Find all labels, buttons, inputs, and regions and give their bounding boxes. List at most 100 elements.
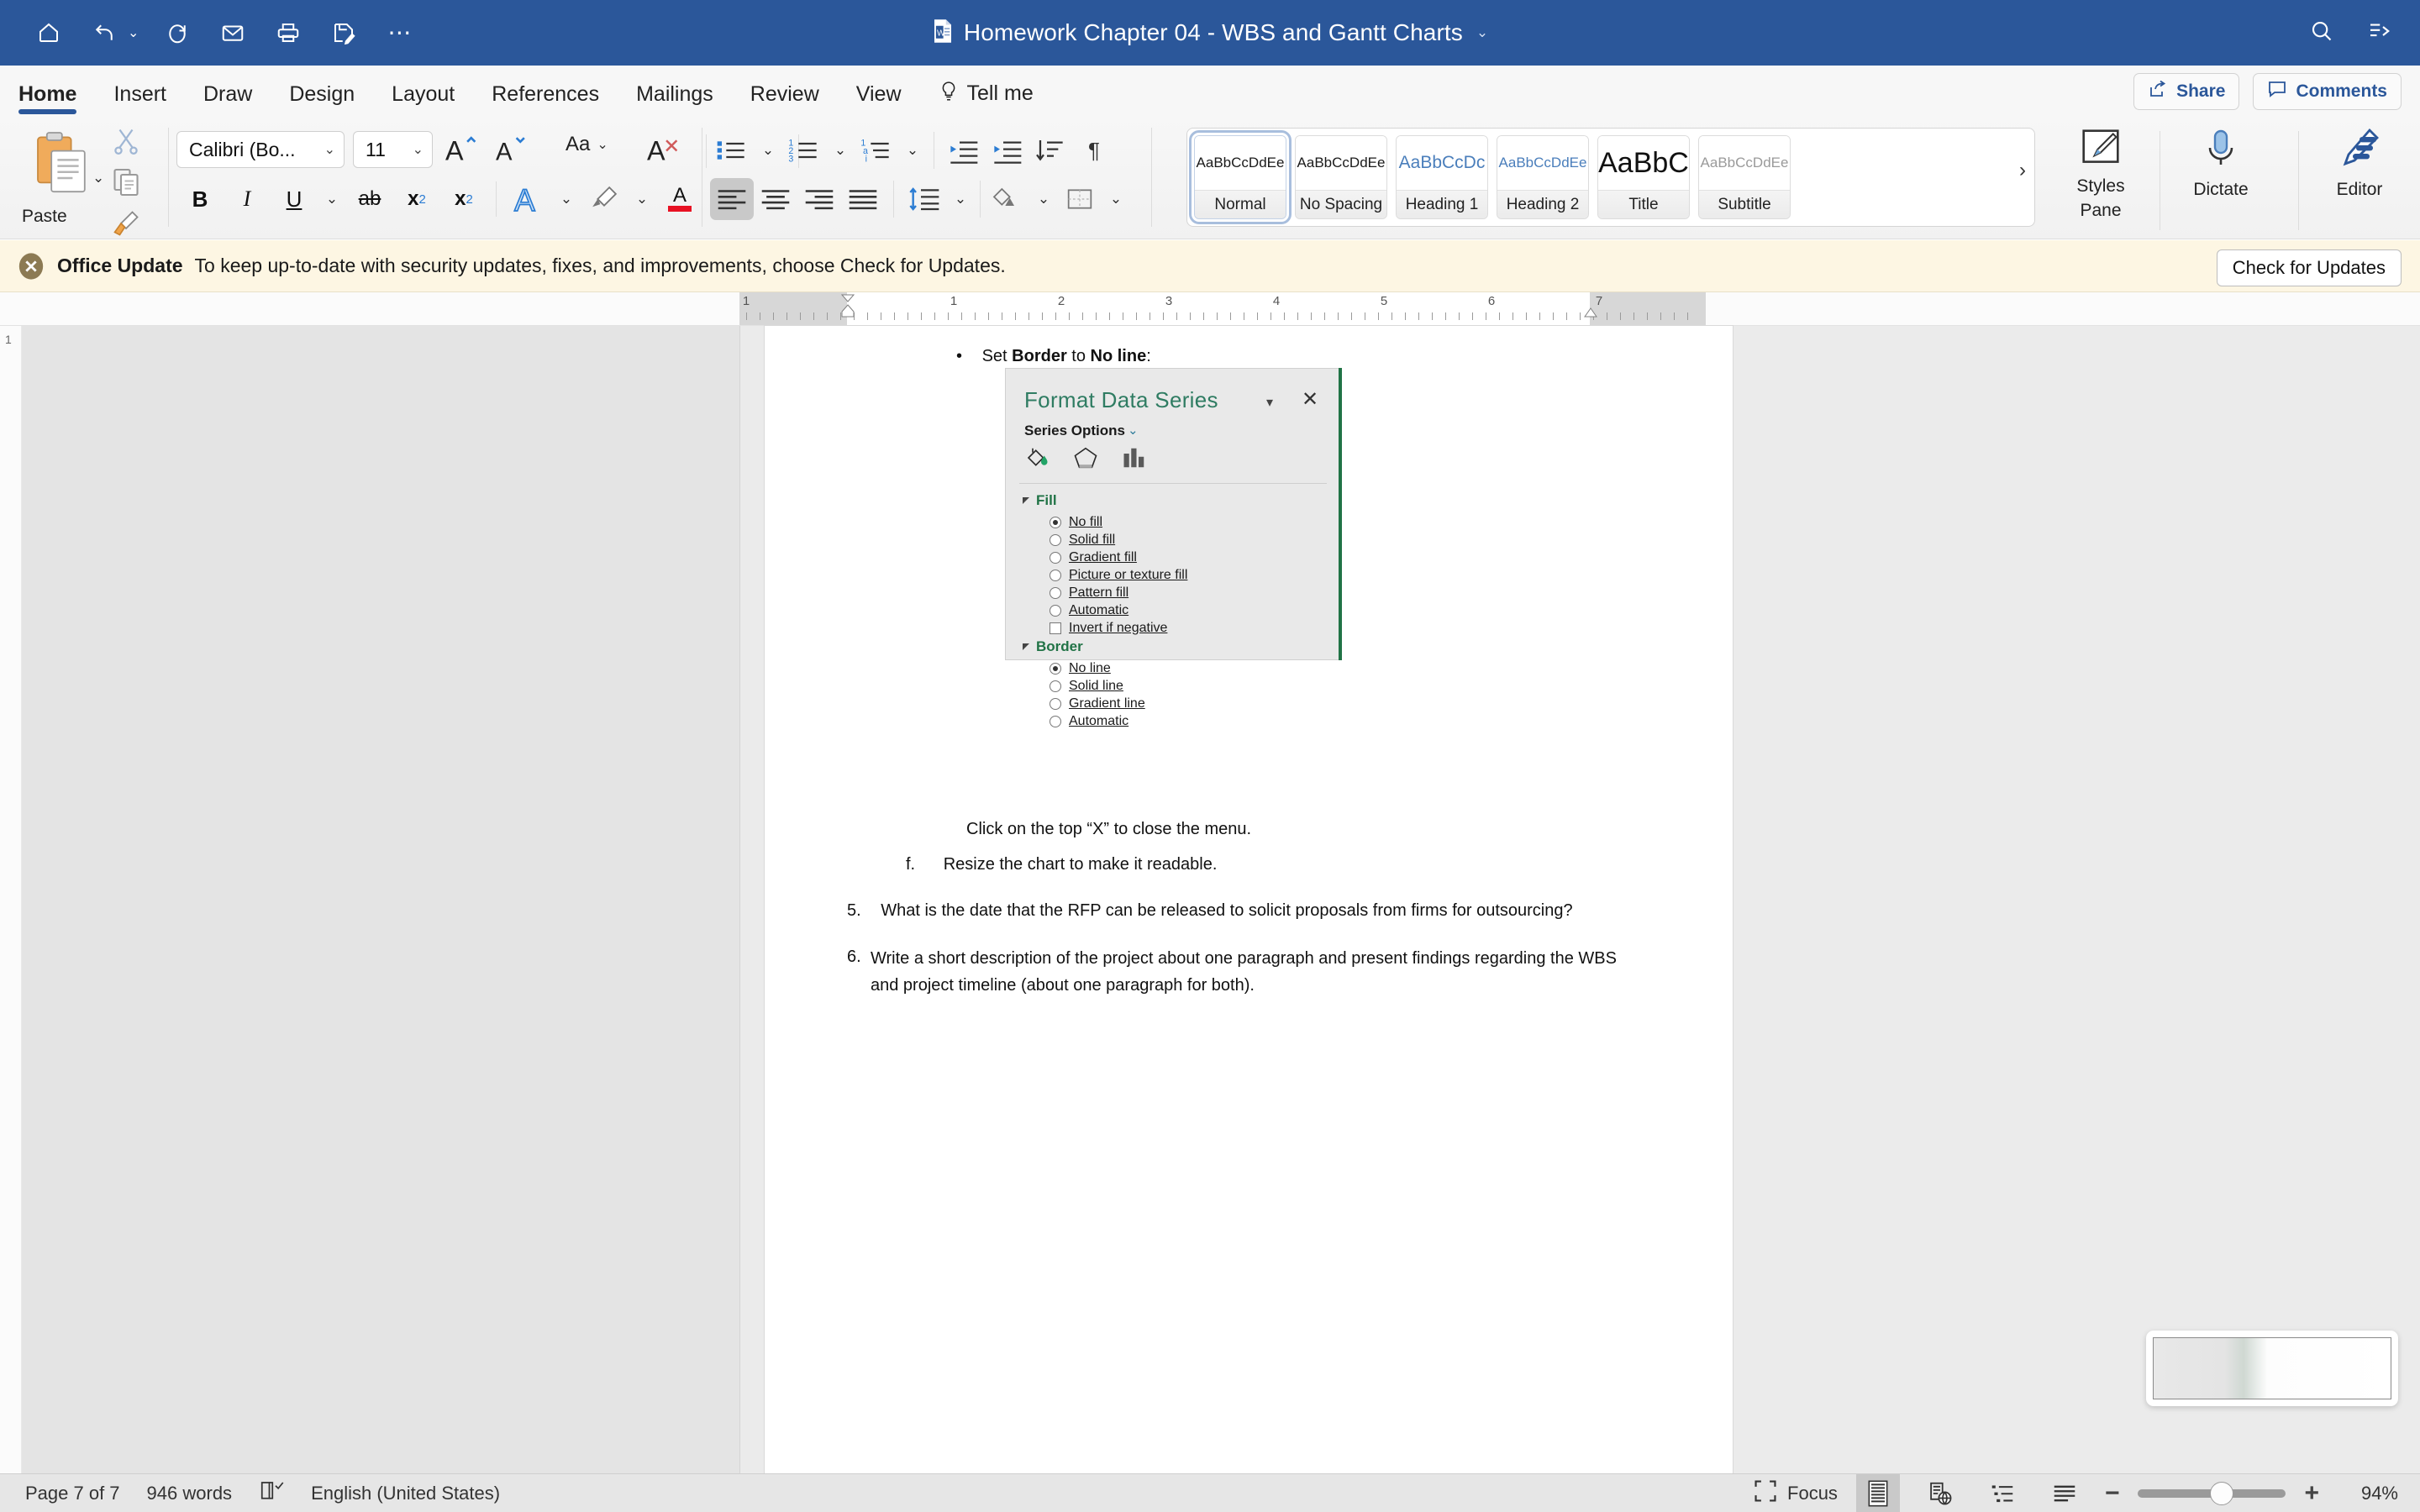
- dictate-button[interactable]: Dictate: [2170, 123, 2271, 200]
- print-layout-view-button[interactable]: [1855, 1473, 1900, 1512]
- shading-button[interactable]: [986, 178, 1029, 220]
- tab-view[interactable]: View: [856, 82, 902, 118]
- undo-dropdown-caret[interactable]: ⌄: [128, 24, 139, 41]
- decrease-indent-button[interactable]: [941, 129, 985, 171]
- horizontal-ruler[interactable]: 1 1 2 3 4 5 6 7: [0, 292, 2420, 326]
- style-card-normal[interactable]: AaBbCcDdEe Normal: [1189, 130, 1292, 224]
- line-spacing-button[interactable]: [902, 178, 946, 220]
- style-card-heading-1[interactable]: AaBbCcDc Heading 1: [1396, 135, 1488, 219]
- tab-home[interactable]: Home: [18, 82, 77, 118]
- undo-icon[interactable]: [87, 16, 121, 50]
- bullets-button[interactable]: [710, 129, 754, 171]
- tab-mailings[interactable]: Mailings: [636, 82, 713, 118]
- focus-mode-button[interactable]: Focus: [1754, 1479, 1838, 1507]
- page-indicator[interactable]: Page 7 of 7: [25, 1483, 120, 1504]
- outline-view-button[interactable]: [1981, 1474, 2024, 1512]
- search-icon[interactable]: [2309, 18, 2334, 48]
- sort-button[interactable]: [1028, 129, 1072, 171]
- font-color-button[interactable]: A: [656, 176, 703, 222]
- tab-review[interactable]: Review: [750, 82, 819, 118]
- bold-button[interactable]: B: [176, 176, 224, 222]
- zoom-out-button[interactable]: −: [2105, 1480, 2120, 1506]
- text-effects-caret[interactable]: ⌄: [552, 178, 581, 220]
- style-card-no-spacing[interactable]: AaBbCcDdEe No Spacing: [1295, 135, 1387, 219]
- styles-gallery-more-button[interactable]: ›: [2019, 159, 2026, 182]
- styles-pane-button[interactable]: Styles Pane: [2050, 123, 2151, 220]
- justify-button[interactable]: [841, 178, 885, 220]
- multilevel-list-caret[interactable]: ⌄: [898, 129, 927, 171]
- close-icon[interactable]: [17, 252, 45, 281]
- highlight-color-button[interactable]: [581, 176, 628, 222]
- change-case-button[interactable]: Aa ⌄: [566, 133, 608, 156]
- copy-icon[interactable]: [111, 167, 141, 202]
- tab-references[interactable]: References: [492, 82, 599, 118]
- numbering-caret[interactable]: ⌄: [826, 129, 855, 171]
- comments-button[interactable]: Comments: [2253, 73, 2402, 110]
- subscript-button[interactable]: x2: [393, 176, 440, 222]
- style-card-heading-2[interactable]: AaBbCcDdEe Heading 2: [1497, 135, 1589, 219]
- underline-button[interactable]: U: [271, 176, 318, 222]
- ruler-track[interactable]: 1 1 2 3 4 5 6 7: [739, 292, 1706, 326]
- document-page[interactable]: • Set Border to No line: Format Data Ser…: [765, 326, 1733, 1473]
- align-left-button[interactable]: [710, 178, 754, 220]
- proofing-icon[interactable]: [259, 1479, 284, 1507]
- tab-draw[interactable]: Draw: [203, 82, 252, 118]
- tab-layout[interactable]: Layout: [392, 82, 455, 118]
- web-layout-view-button[interactable]: [1918, 1474, 1962, 1512]
- floating-thumbnail-overlay[interactable]: [2146, 1331, 2398, 1406]
- format-painter-icon[interactable]: [111, 208, 141, 243]
- zoom-slider[interactable]: [2138, 1481, 2286, 1505]
- title-dropdown-caret[interactable]: ⌄: [1476, 24, 1488, 41]
- indent-markers[interactable]: [840, 294, 855, 326]
- align-right-button[interactable]: [797, 178, 841, 220]
- tab-insert[interactable]: Insert: [113, 82, 166, 118]
- mail-icon[interactable]: [216, 16, 250, 50]
- home-icon[interactable]: [32, 16, 66, 50]
- language-indicator[interactable]: English (United States): [311, 1483, 500, 1504]
- line-spacing-caret[interactable]: ⌄: [946, 178, 975, 220]
- word-count[interactable]: 946 words: [147, 1483, 233, 1504]
- numbering-button[interactable]: 123: [782, 129, 826, 171]
- italic-button[interactable]: I: [224, 176, 271, 222]
- right-indent-marker[interactable]: [1583, 307, 1598, 324]
- borders-button[interactable]: [1058, 178, 1102, 220]
- strikethrough-button[interactable]: ab: [346, 176, 393, 222]
- shrink-font-button[interactable]: A: [496, 133, 529, 171]
- draft-view-button[interactable]: [2043, 1474, 2086, 1512]
- paste-button[interactable]: [30, 131, 91, 199]
- more-options-icon[interactable]: ⋯: [382, 16, 416, 50]
- redo-icon[interactable]: [160, 16, 194, 50]
- bullets-caret[interactable]: ⌄: [754, 129, 782, 171]
- tab-design[interactable]: Design: [289, 82, 355, 118]
- font-name-input[interactable]: Calibri (Bo... ⌄: [176, 131, 345, 168]
- update-bar-title: Office Update: [57, 255, 183, 276]
- highlight-color-caret[interactable]: ⌄: [628, 178, 656, 220]
- text-effects-button[interactable]: A: [505, 176, 552, 222]
- save-icon[interactable]: [327, 16, 360, 50]
- check-for-updates-button[interactable]: Check for Updates: [2216, 249, 2402, 286]
- editor-button[interactable]: Editor: [2309, 123, 2410, 200]
- cut-icon[interactable]: [111, 126, 141, 160]
- paste-dropdown-caret[interactable]: ⌄: [92, 170, 104, 186]
- font-size-input[interactable]: 11 ⌄: [353, 131, 433, 168]
- shading-caret[interactable]: ⌄: [1029, 178, 1058, 220]
- show-formatting-marks-button[interactable]: ¶: [1072, 129, 1116, 171]
- zoom-slider-knob[interactable]: [2210, 1481, 2234, 1505]
- style-card-subtitle[interactable]: AaBbCcDdEe Subtitle: [1698, 135, 1791, 219]
- clear-formatting-button[interactable]: A: [647, 133, 681, 171]
- print-icon[interactable]: [271, 16, 305, 50]
- align-center-button[interactable]: [754, 178, 797, 220]
- zoom-in-button[interactable]: +: [2304, 1480, 2319, 1506]
- zoom-level[interactable]: 94%: [2338, 1483, 2398, 1504]
- share-button[interactable]: Share: [2133, 73, 2240, 110]
- grow-font-button[interactable]: A: [445, 133, 479, 171]
- ribbon-display-options-icon[interactable]: [2366, 18, 2391, 48]
- multilevel-list-button[interactable]: 1ai: [855, 129, 898, 171]
- style-card-title[interactable]: AaBbC Title: [1597, 135, 1690, 219]
- page-content[interactable]: • Set Border to No line: Format Data Ser…: [765, 326, 1733, 1473]
- borders-caret[interactable]: ⌄: [1102, 178, 1130, 220]
- superscript-button[interactable]: x2: [440, 176, 487, 222]
- increase-indent-button[interactable]: [985, 129, 1028, 171]
- underline-dropdown-caret[interactable]: ⌄: [318, 178, 346, 220]
- tell-me-button[interactable]: Tell me: [939, 81, 1034, 118]
